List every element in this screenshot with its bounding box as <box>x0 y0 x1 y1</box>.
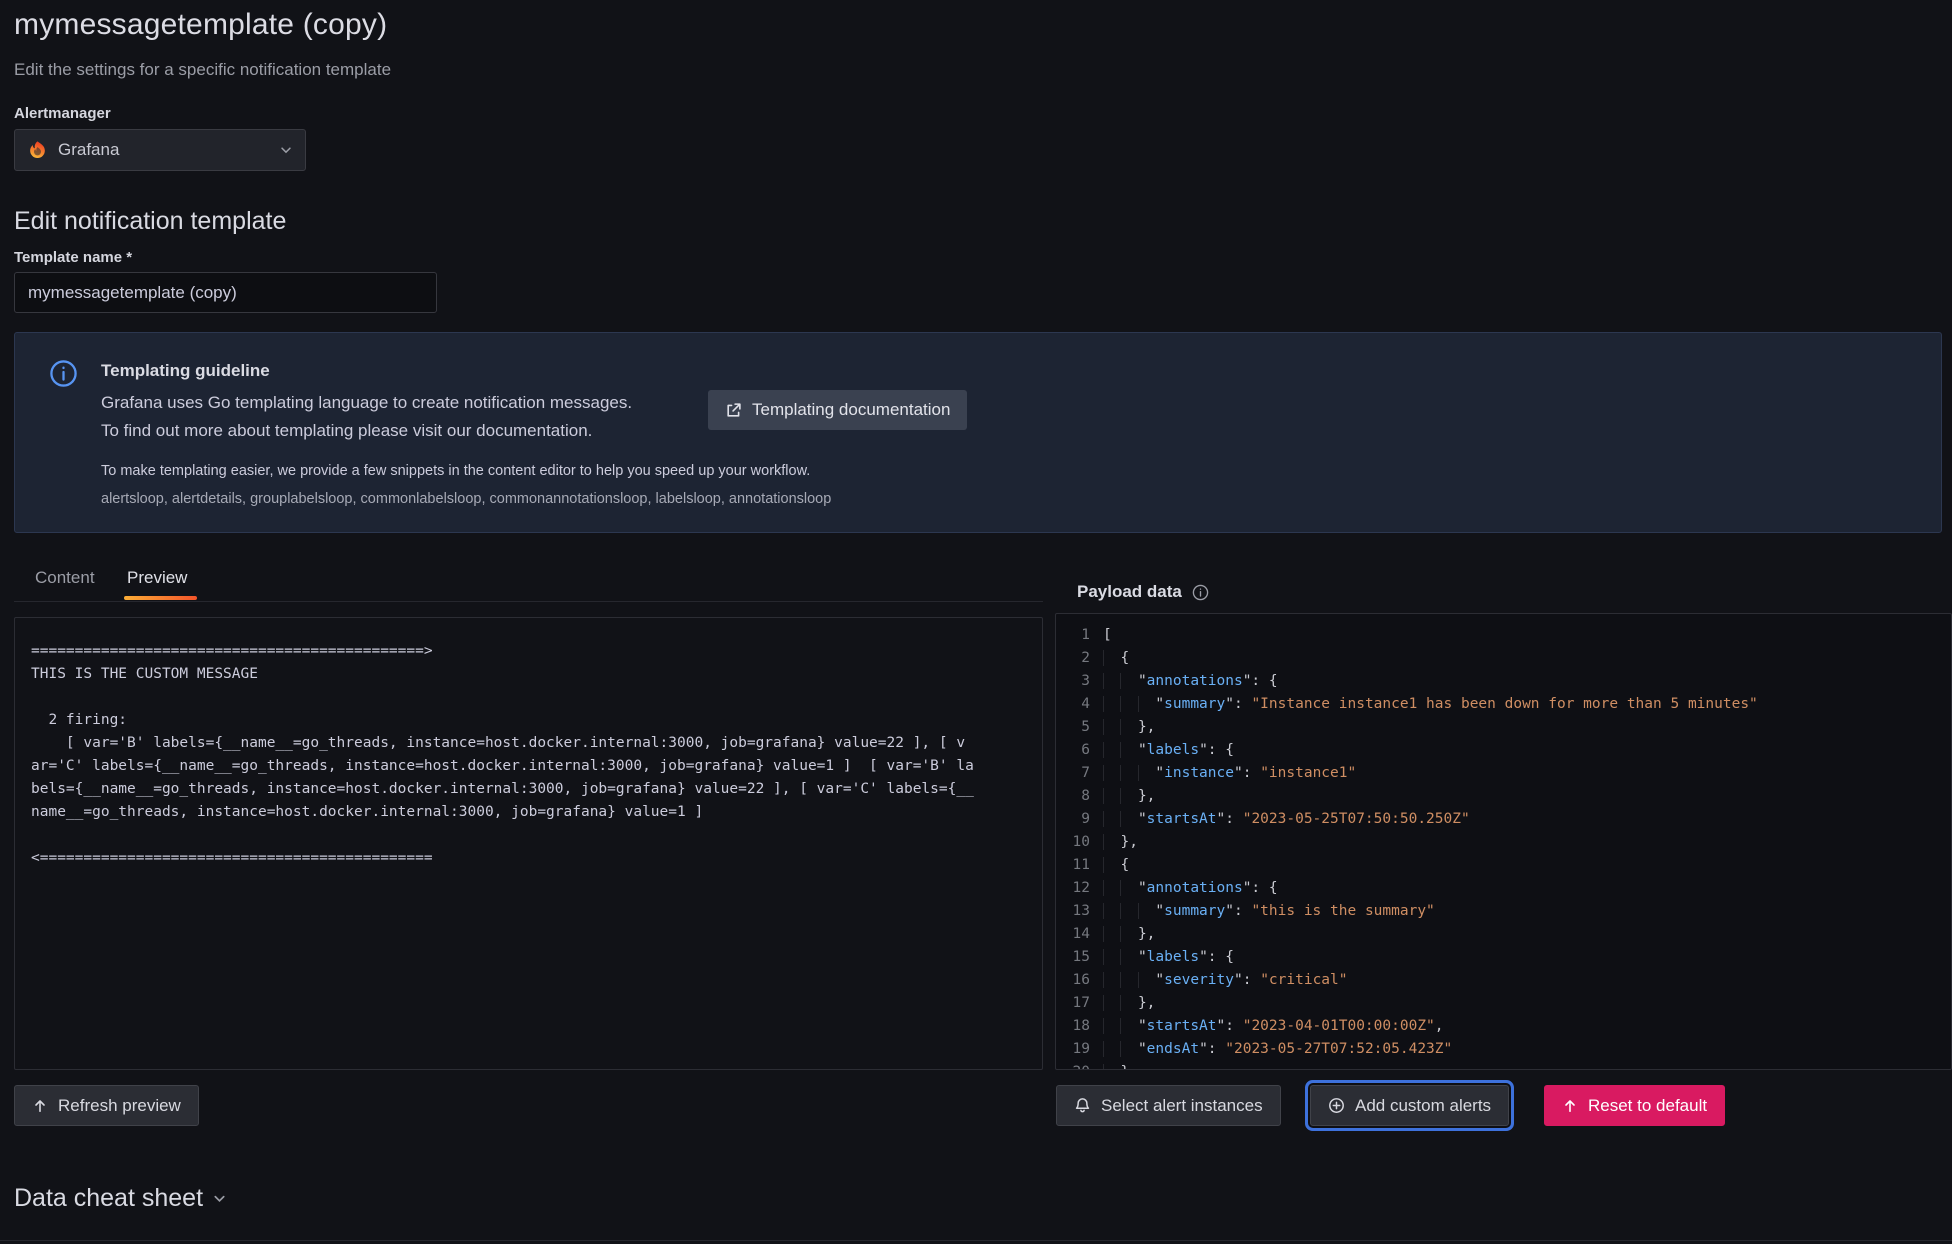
code-line: 20 } <box>1056 1061 1951 1070</box>
code-line: 8 }, <box>1056 785 1951 808</box>
refresh-preview-label: Refresh preview <box>58 1096 181 1116</box>
tab-content[interactable]: Content <box>35 568 95 588</box>
alertmanager-label: Alertmanager <box>14 105 111 122</box>
code-line: 19 "endsAt": "2023-05-27T07:52:05.423Z" <box>1056 1038 1951 1061</box>
guideline-snippets-list: alertsloop, alertdetails, grouplabelsloo… <box>101 491 831 507</box>
refresh-preview-button[interactable]: Refresh preview <box>14 1085 199 1126</box>
guideline-snippets-intro: To make templating easier, we provide a … <box>101 463 810 479</box>
page-subtitle: Edit the settings for a specific notific… <box>14 60 391 80</box>
alertmanager-select[interactable]: Grafana <box>14 129 306 171</box>
templating-guideline-infobox: Templating guideline Grafana uses Go tem… <box>14 332 1942 533</box>
code-line: 7 "instance": "instance1" <box>1056 762 1951 785</box>
code-line: 16 "severity": "critical" <box>1056 969 1951 992</box>
template-name-label: Template name * <box>14 249 132 266</box>
add-custom-alerts-button[interactable]: Add custom alerts <box>1310 1085 1509 1126</box>
reset-to-default-button[interactable]: Reset to default <box>1544 1085 1725 1126</box>
code-line: 3 "annotations": { <box>1056 670 1951 693</box>
templating-documentation-button[interactable]: Templating documentation <box>708 390 967 430</box>
info-circle-icon <box>49 359 78 388</box>
code-line: 5 }, <box>1056 716 1951 739</box>
template-name-input[interactable] <box>14 272 437 313</box>
code-line: 14 }, <box>1056 923 1951 946</box>
info-circle-icon[interactable] <box>1192 584 1209 601</box>
code-line: 13 "summary": "this is the summary" <box>1056 900 1951 923</box>
code-line: 6 "labels": { <box>1056 739 1951 762</box>
bottom-divider <box>0 1240 1952 1241</box>
guideline-text-line2: To find out more about templating please… <box>101 421 592 441</box>
arrow-up-icon <box>1562 1098 1578 1114</box>
guideline-title: Templating guideline <box>101 361 270 381</box>
code-line: 1[ <box>1056 624 1951 647</box>
chevron-down-icon <box>212 1191 227 1206</box>
code-line: 17 }, <box>1056 992 1951 1015</box>
code-line: 4 "summary": "Instance instance1 has bee… <box>1056 693 1951 716</box>
tab-preview[interactable]: Preview <box>127 568 187 588</box>
payload-data-header: Payload data <box>1077 582 1209 602</box>
chevron-down-icon <box>279 143 293 157</box>
add-custom-alerts-label: Add custom alerts <box>1355 1096 1491 1116</box>
active-tab-underline <box>124 596 197 600</box>
page-title: mymessagetemplate (copy) <box>14 8 387 42</box>
template-preview-text: ========================================… <box>15 618 1042 892</box>
select-alert-instances-button[interactable]: Select alert instances <box>1056 1085 1281 1126</box>
edit-template-heading: Edit notification template <box>14 207 286 236</box>
payload-data-title: Payload data <box>1077 582 1182 602</box>
circle-plus-icon <box>1328 1097 1345 1114</box>
code-line: 10 }, <box>1056 831 1951 854</box>
select-alert-instances-label: Select alert instances <box>1101 1096 1263 1116</box>
notification-template-editor-page: mymessagetemplate (copy) Edit the settin… <box>0 0 1952 1244</box>
code-line: 15 "labels": { <box>1056 946 1951 969</box>
data-cheat-sheet-label: Data cheat sheet <box>14 1184 203 1213</box>
code-line: 11 { <box>1056 854 1951 877</box>
data-cheat-sheet-toggle[interactable]: Data cheat sheet <box>14 1184 227 1213</box>
guideline-text-line1: Grafana uses Go templating language to c… <box>101 393 632 413</box>
template-preview-pane: ========================================… <box>14 617 1043 1070</box>
templating-documentation-label: Templating documentation <box>752 400 950 420</box>
code-line: 12 "annotations": { <box>1056 877 1951 900</box>
content-preview-tabbar: Content Preview <box>14 563 1043 602</box>
grafana-flame-icon <box>27 140 48 161</box>
code-line: 2 { <box>1056 647 1951 670</box>
code-line: 9 "startsAt": "2023-05-25T07:50:50.250Z" <box>1056 808 1951 831</box>
external-link-icon <box>725 402 742 419</box>
arrow-up-icon <box>32 1098 48 1114</box>
reset-to-default-label: Reset to default <box>1588 1096 1707 1116</box>
code-line: 18 "startsAt": "2023-04-01T00:00:00Z", <box>1056 1015 1951 1038</box>
payload-json-editor[interactable]: 1[2 {3 "annotations": {4 "summary": "Ins… <box>1055 613 1952 1070</box>
bell-icon <box>1074 1097 1091 1114</box>
alertmanager-selected-value: Grafana <box>58 140 279 160</box>
